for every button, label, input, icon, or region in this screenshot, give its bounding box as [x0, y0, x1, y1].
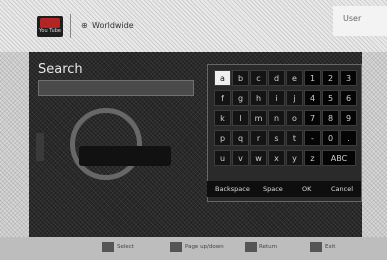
top-right-panel: User [333, 6, 387, 36]
key[interactable]: x [268, 150, 285, 166]
key[interactable]: b [232, 70, 249, 86]
hint-exit: Exit [325, 244, 336, 250]
hint-page: Page up/down [185, 244, 224, 250]
key-abc[interactable]: ABC [322, 150, 356, 166]
key[interactable]: f [214, 90, 231, 106]
keyboard-footer: Backspace Space OK Cancel [207, 181, 361, 197]
key[interactable]: e [286, 70, 303, 86]
hint-select: Select [117, 244, 134, 250]
key[interactable]: v [232, 150, 249, 166]
key[interactable]: 7 [304, 110, 321, 126]
loading-spinner [79, 146, 171, 166]
key[interactable]: u [214, 150, 231, 166]
page-title: Search [38, 62, 83, 77]
hint-bar: Select Page up/down Return Exit [0, 237, 387, 260]
key[interactable]: 6 [340, 90, 357, 106]
search-input[interactable] [38, 80, 194, 96]
key[interactable]: w [250, 150, 267, 166]
key[interactable]: 4 [304, 90, 321, 106]
hint-return: Return [259, 244, 278, 250]
key[interactable]: y [286, 150, 303, 166]
screen: You Tube ⊕ Worldwide User Search a b c d… [0, 0, 387, 260]
key[interactable]: h [250, 90, 267, 106]
key[interactable]: k [214, 110, 231, 126]
key[interactable]: s [268, 130, 285, 146]
key[interactable]: n [268, 110, 285, 126]
key[interactable]: z [304, 150, 321, 166]
key[interactable]: p [214, 130, 231, 146]
ok-button[interactable]: OK [302, 185, 311, 193]
cancel-button[interactable]: Cancel [331, 185, 353, 193]
key[interactable]: l [232, 110, 249, 126]
loading-circle [70, 108, 142, 180]
key[interactable]: - [304, 130, 321, 146]
key[interactable]: i [268, 90, 285, 106]
select-key-icon [102, 242, 114, 252]
key[interactable]: q [232, 130, 249, 146]
key[interactable]: r [250, 130, 267, 146]
top-right-label: User [343, 14, 362, 23]
page-key-icon [170, 242, 182, 252]
key[interactable]: 9 [340, 110, 357, 126]
left-scroll-indicator [36, 133, 44, 161]
globe-icon: ⊕ [81, 21, 88, 30]
top-bar: You Tube ⊕ Worldwide User [0, 0, 387, 52]
key[interactable]: 2 [322, 70, 339, 86]
key[interactable]: 0 [322, 130, 339, 146]
key[interactable]: t [286, 130, 303, 146]
key[interactable]: . [340, 130, 357, 146]
logo-text: You Tube [39, 28, 61, 34]
key[interactable]: c [250, 70, 267, 86]
space-button[interactable]: Space [263, 185, 283, 193]
key[interactable]: d [268, 70, 285, 86]
key[interactable]: g [232, 90, 249, 106]
key[interactable]: 1 [304, 70, 321, 86]
key[interactable]: 5 [322, 90, 339, 106]
key[interactable]: o [286, 110, 303, 126]
backspace-button[interactable]: Backspace [215, 185, 250, 193]
exit-key-icon [310, 242, 322, 252]
return-key-icon [245, 242, 257, 252]
key[interactable]: a [214, 70, 231, 86]
key[interactable]: 8 [322, 110, 339, 126]
youtube-logo: You Tube [37, 16, 63, 37]
breadcrumb: Worldwide [92, 21, 134, 30]
header-divider [70, 14, 71, 38]
key[interactable]: m [250, 110, 267, 126]
key[interactable]: j [286, 90, 303, 106]
key[interactable]: 3 [340, 70, 357, 86]
